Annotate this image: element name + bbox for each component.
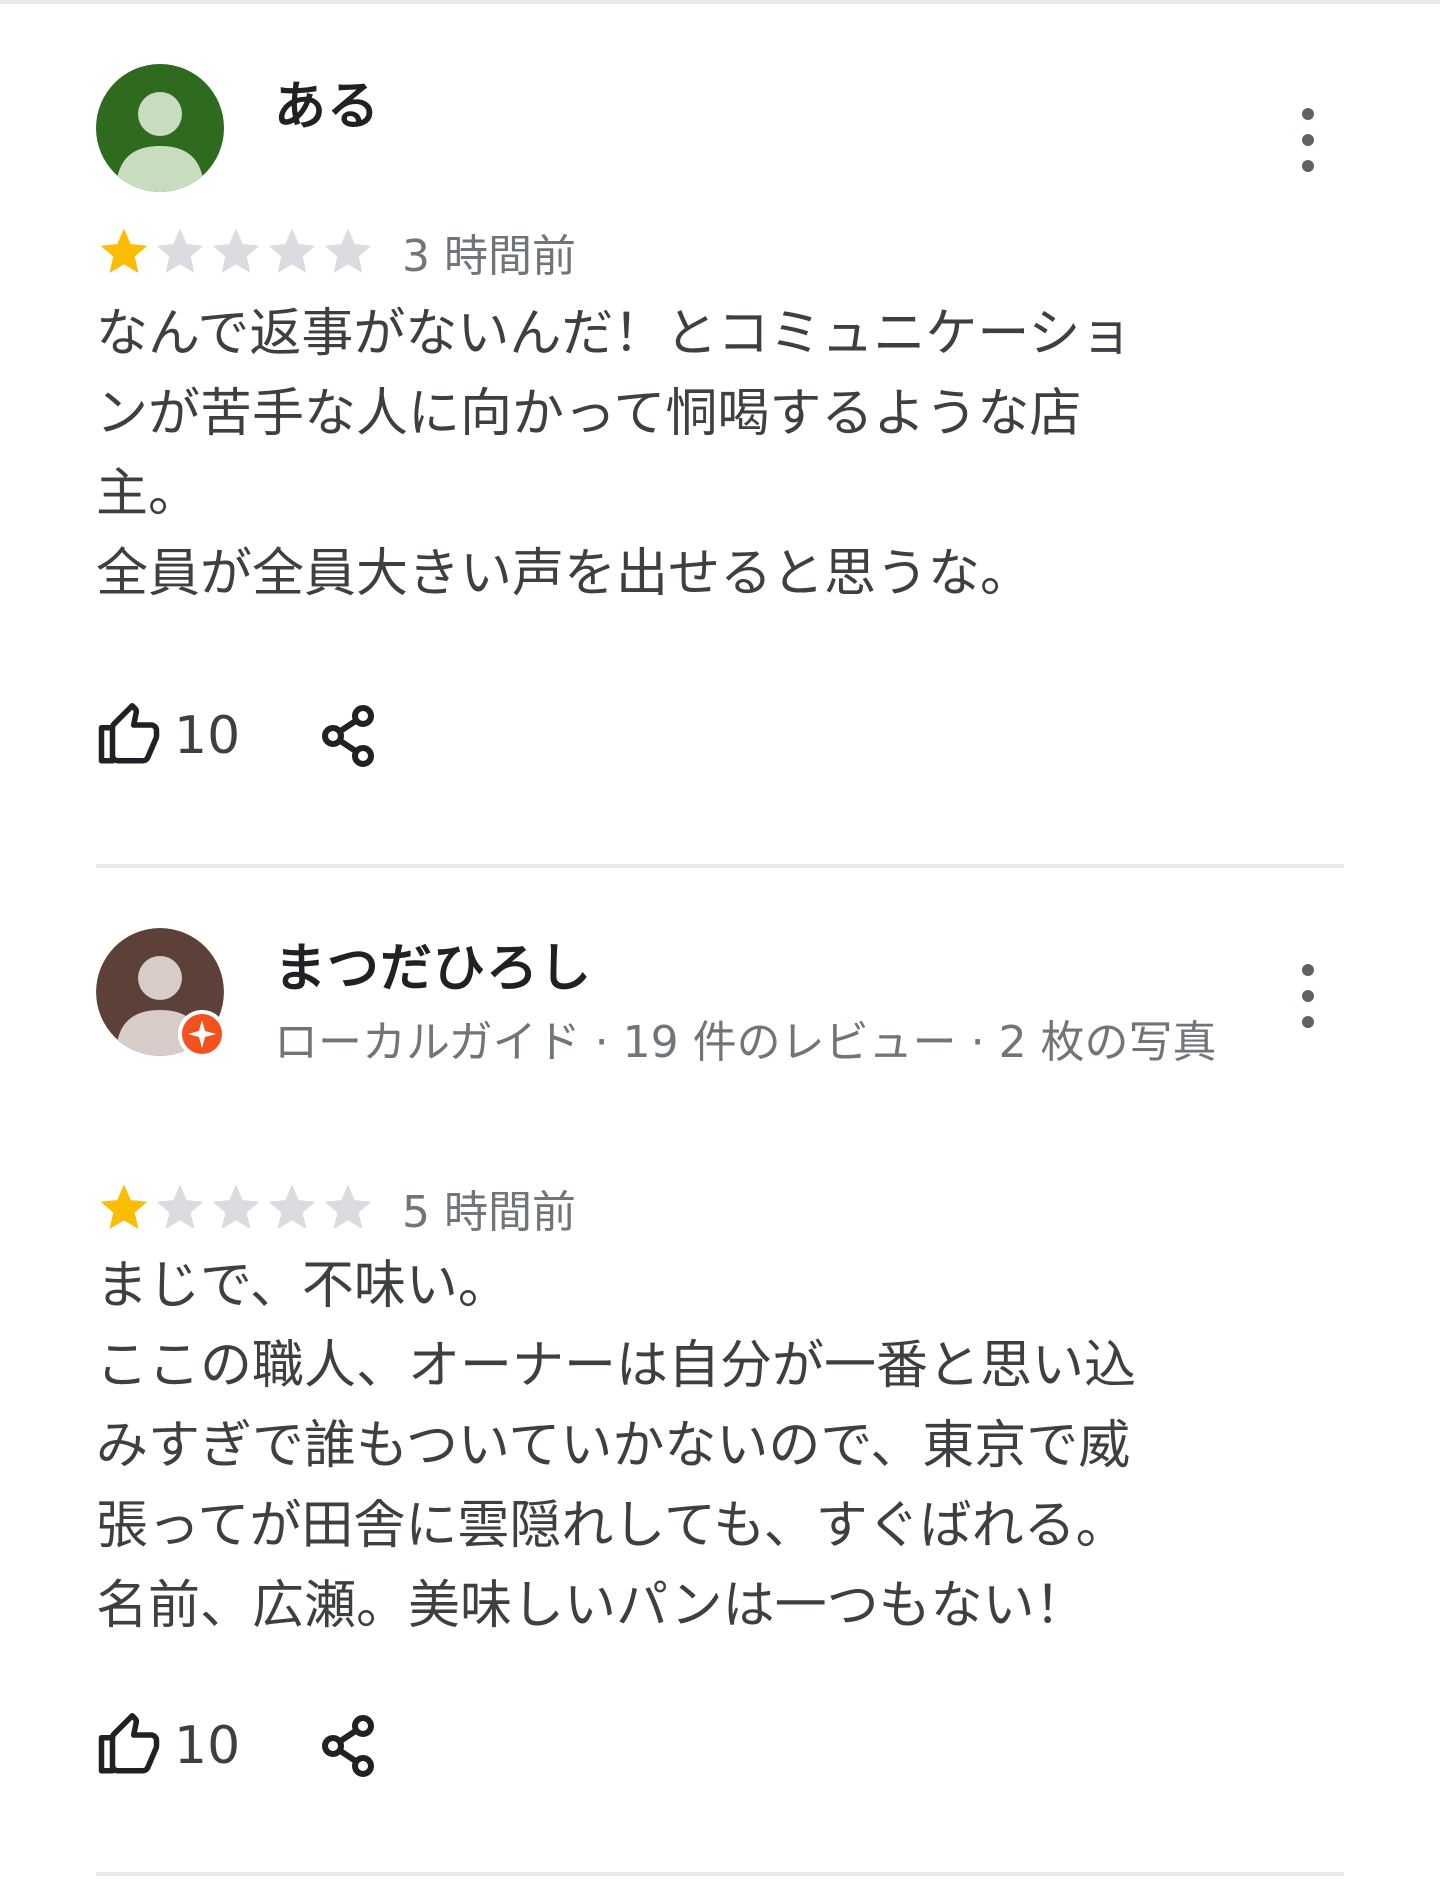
star-empty-icon [268,1184,316,1229]
review-card: まつだひろし ローカルガイド · 19 件のレビュー · 2 枚の写真 5 時間… [96,928,1344,1848]
like-button[interactable]: 10 [96,703,240,769]
review-text-line: 張ってが田舎に雲隠れしても、すぐばれる。 [96,1496,1128,1556]
review-actions: 10 [96,696,378,776]
review-text-line: 主。 [96,464,201,524]
top-divider [0,0,1440,4]
share-icon [322,1714,375,1777]
author-name[interactable]: ある [274,64,380,139]
review-time: 5 時間前 [402,1187,576,1238]
review-time: 3 時間前 [402,231,576,282]
avatar[interactable] [96,928,226,1058]
more-options-button[interactable] [1288,100,1328,180]
star-empty-icon [324,228,372,273]
review-divider [96,1872,1344,1876]
more-options-button[interactable] [1288,956,1328,1036]
review-text-line: まじで、不味い。 [96,1256,510,1316]
share-button[interactable] [318,1713,378,1779]
review-text-line: 全員が全員大きい声を出せると思うな。 [96,544,1033,604]
review-text-line: ここの職人、オーナーは自分が一番と思い込 [96,1336,1137,1396]
star-empty-icon [268,228,316,273]
avatar[interactable] [96,64,224,192]
review-card: ある 3 時間前 なんで返事がないんだ！とコミュニケーショ ンが苦手な人に向かって… [96,64,1344,824]
star-empty-icon [212,1184,260,1229]
avatar-person-icon [96,64,224,192]
share-button[interactable] [318,703,378,769]
star-filled-icon [100,228,148,273]
review-text: まじで、不味い。ここの職人、オーナーは自分が一番と思い込 みすぎで誰もついていかな… [96,1246,1276,1646]
review-actions: 10 [96,1706,378,1786]
author-name[interactable]: まつだひろし [274,926,592,1001]
star-filled-icon [100,1184,148,1229]
local-guide-badge-icon [178,1010,226,1058]
review-text-line: なんで返事がないんだ！とコミュニケーショ [96,304,1133,364]
star-empty-icon [212,228,260,273]
star-rating [96,224,376,280]
star-rating [96,1180,376,1236]
author-meta[interactable]: ローカルガイド · 19 件のレビュー · 2 枚の写真 [274,1006,1217,1070]
star-empty-icon [324,1184,372,1229]
thumb-up-icon [98,1713,160,1774]
more-vert-icon [1302,964,1314,976]
more-vert-icon [1302,108,1314,120]
star-empty-icon [156,228,204,273]
review-divider [96,864,1344,868]
share-icon [322,704,375,767]
thumb-up-icon [98,703,160,764]
review-text-line: 名前、広瀬。美味しいパンは一つもない！ [96,1576,1087,1636]
like-button[interactable]: 10 [96,1713,240,1779]
rating-row: 5 時間前 [96,1178,576,1238]
star-empty-icon [156,1184,204,1229]
review-text-line: ンが苦手な人に向かって恫喝するような店 [96,384,1082,444]
rating-row: 3 時間前 [96,222,576,282]
like-count: 10 [174,1716,241,1776]
like-count: 10 [174,706,241,766]
review-text-line: みすぎで誰もついていかないので、東京で威 [96,1416,1131,1476]
review-text: なんで返事がないんだ！とコミュニケーショ ンが苦手な人に向かって恫喝するような店主… [96,294,1276,614]
